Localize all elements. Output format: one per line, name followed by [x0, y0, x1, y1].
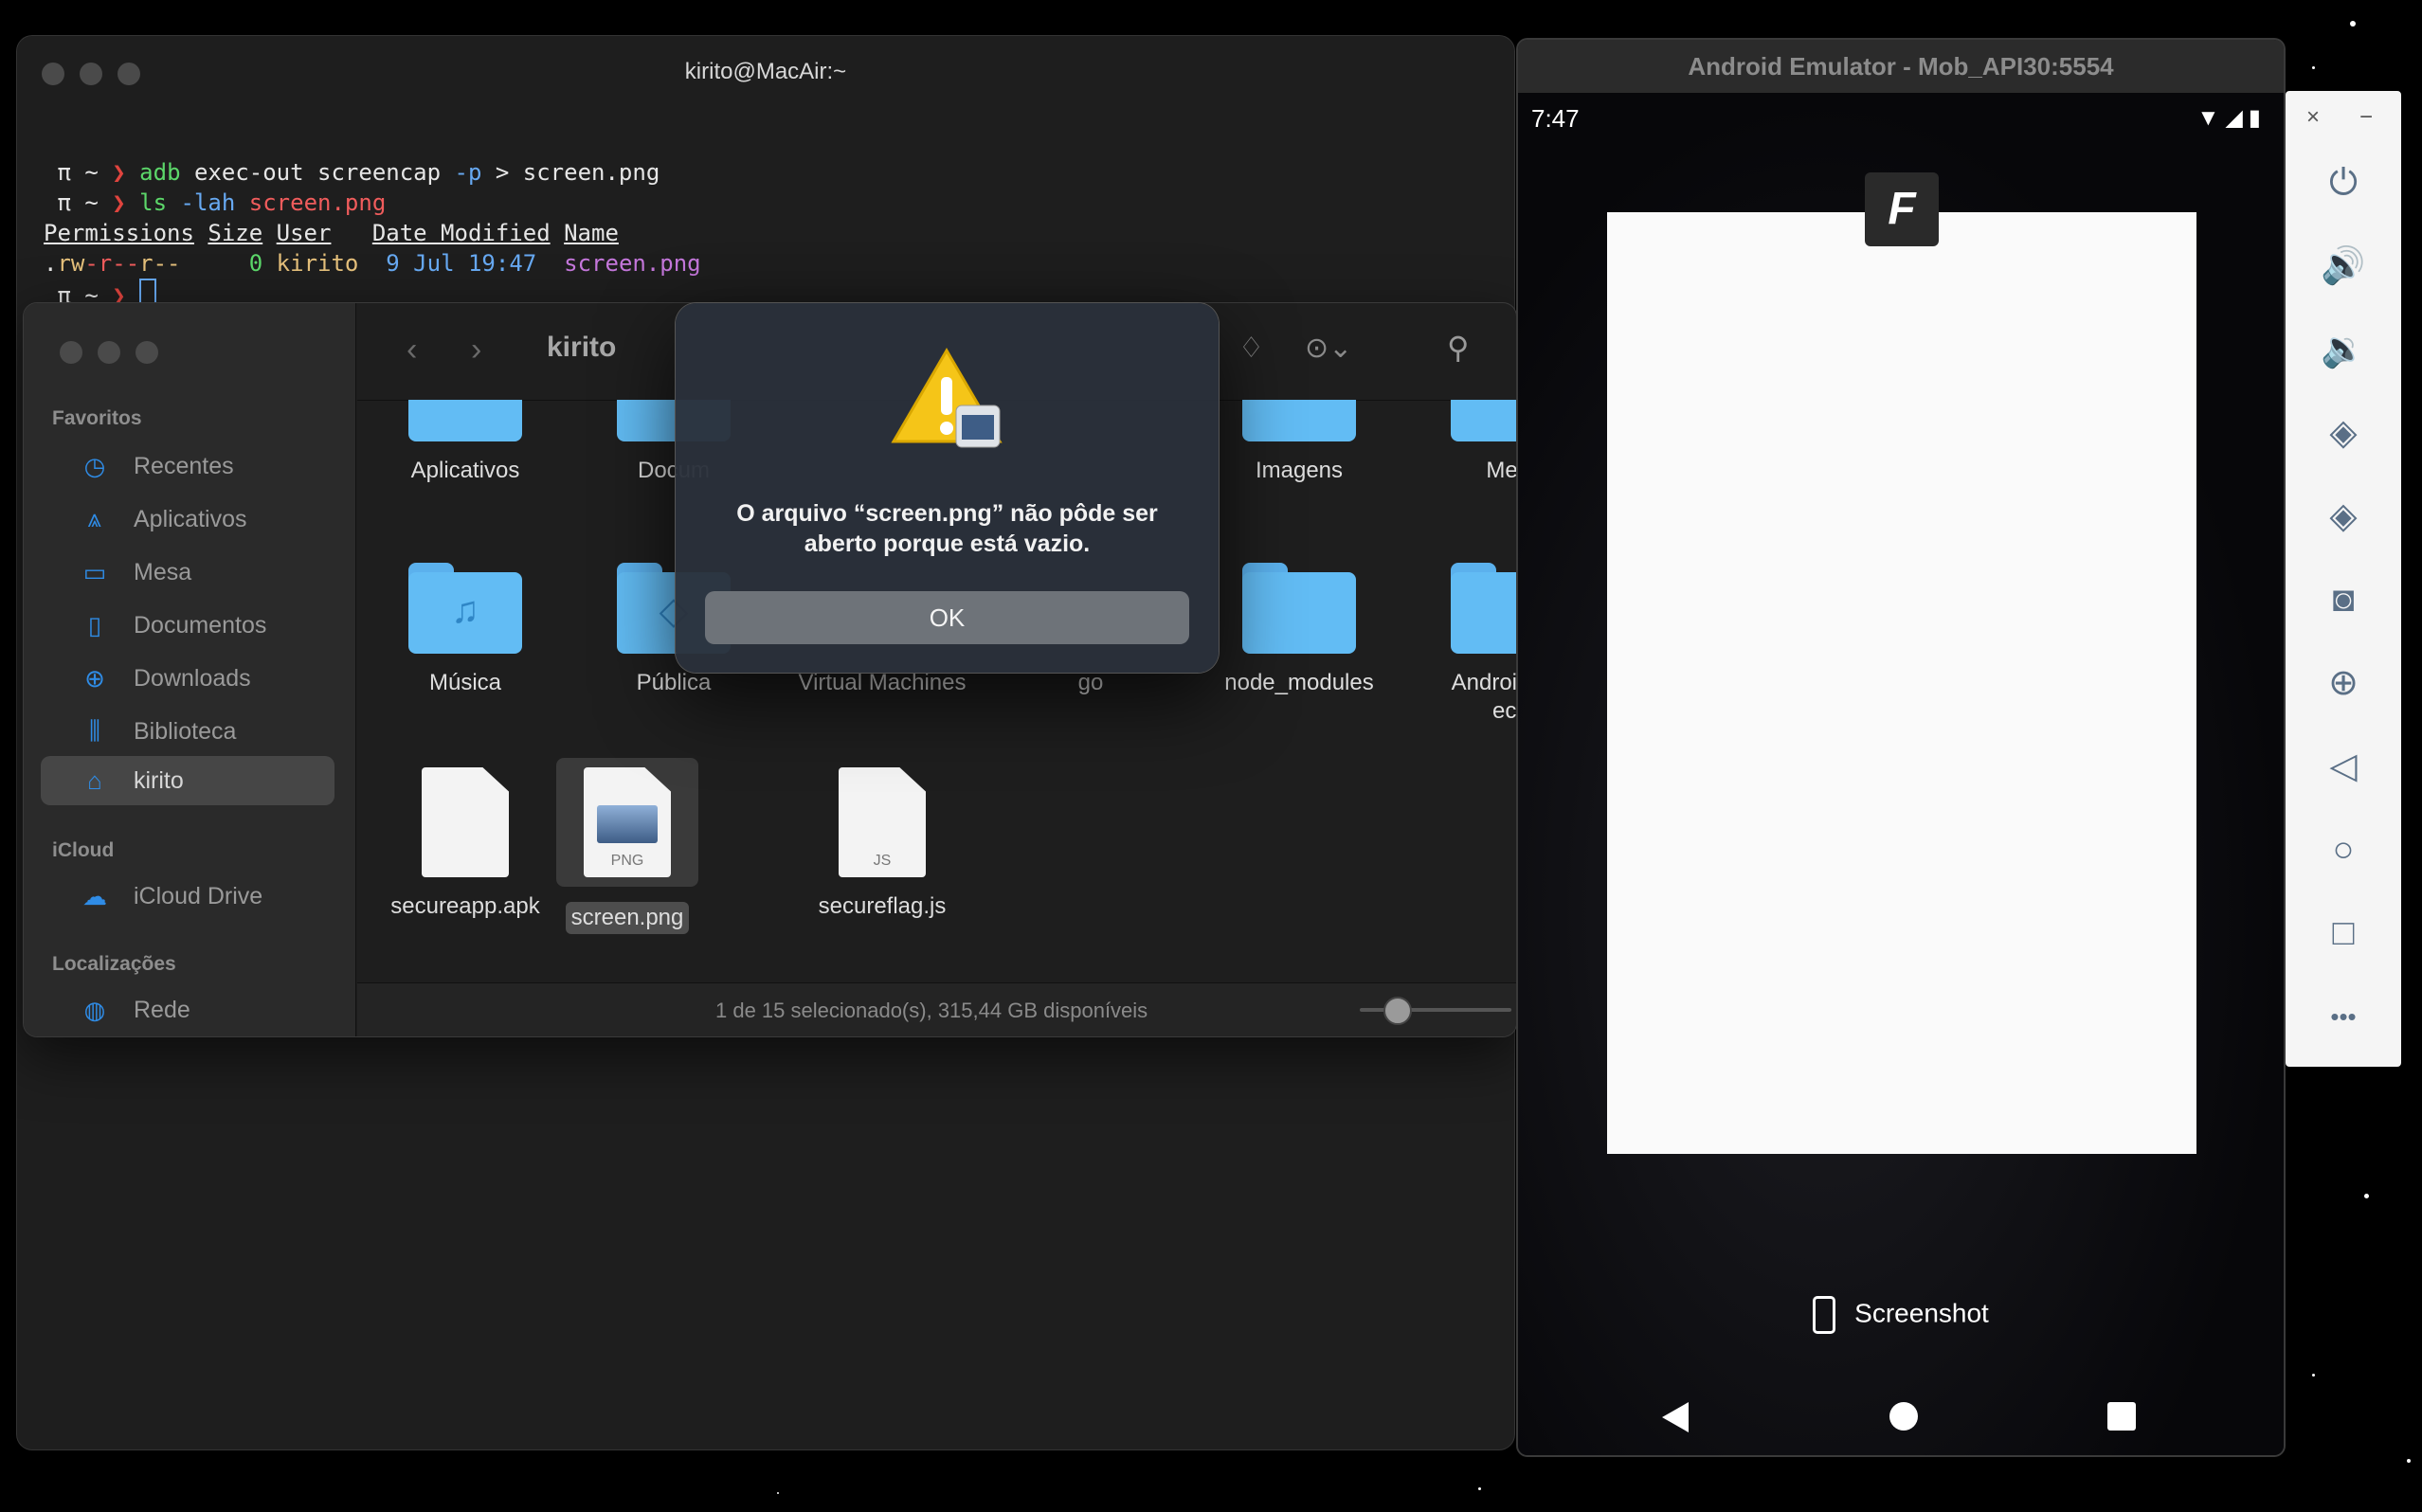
home-icon: ⌂ [87, 765, 102, 795]
library-icon: ⫼ [89, 716, 100, 745]
sidebar-item-downloads[interactable]: ⊕ Downloads [41, 654, 334, 703]
apk-file-icon [422, 767, 509, 877]
sidebar-section-icloud: iCloud [52, 839, 115, 861]
warning-icon [891, 348, 1003, 448]
app-logo-icon: F [1865, 172, 1939, 246]
terminal-title: kirito@MacAir:~ [684, 59, 847, 84]
android-nav-bar [1518, 1389, 2284, 1446]
status-icons: ▼◢▮ [2197, 104, 2267, 132]
desktop-icon: ▭ [82, 557, 107, 586]
wifi-icon: ▼ [2196, 105, 2226, 131]
alert-message: O arquivo “screen.png” não pôde ser aber… [736, 500, 1158, 557]
minimize-icon[interactable]: − [2359, 104, 2373, 131]
battery-icon: ▮ [2248, 105, 2267, 131]
sidebar-item-recentes[interactable]: ◷ Recentes [41, 441, 334, 491]
back-icon[interactable]: ◁ [2314, 737, 2373, 796]
file-item[interactable]: ♫ Música [371, 563, 560, 697]
file-item[interactable]: JS secureflag.js [787, 767, 977, 921]
file-item[interactable]: Imagens [1204, 400, 1394, 485]
sidebar-section-favorites: Favoritos [52, 407, 142, 429]
status-text: 1 de 15 selecionado(s), 315,44 GB dispon… [715, 999, 1148, 1022]
power-icon[interactable]: ⏻ [2314, 153, 2373, 212]
terminal-line: π ~ ❯ adb exec-out screencap -p > screen… [57, 159, 660, 186]
folder-icon [1242, 400, 1356, 441]
sidebar-item-mesa[interactable]: ▭ Mesa [41, 548, 334, 597]
volume-down-icon[interactable]: 🔉 [2314, 320, 2373, 379]
download-icon: ⊕ [84, 663, 105, 693]
close-button[interactable] [60, 341, 82, 364]
rotate-right-icon[interactable]: ◈ [2314, 487, 2373, 546]
volume-up-icon[interactable]: 🔊 [2314, 237, 2373, 296]
icon-size-slider[interactable] [1360, 1008, 1511, 1012]
slider-knob[interactable] [1383, 997, 1412, 1025]
terminal-titlebar[interactable]: kirito@MacAir:~ [17, 36, 1514, 104]
document-icon: ▯ [87, 610, 102, 639]
home-icon[interactable]: ○ [2314, 820, 2373, 879]
folder-icon [1451, 400, 1516, 441]
sidebar-item-icloud-drive[interactable]: ☁ iCloud Drive [41, 872, 334, 921]
camera-icon[interactable]: ◙ [2314, 570, 2373, 629]
file-item[interactable]: Aplicativos [371, 400, 560, 485]
emulator-title: Android Emulator - Mob_API30:5554 [1518, 40, 2284, 93]
forward-button[interactable]: › [471, 332, 481, 369]
nav-home-button[interactable] [1889, 1402, 1918, 1431]
more-icon[interactable]: ••• [2314, 987, 2373, 1046]
file-item[interactable]: secureapp.apk [371, 767, 560, 921]
apps-icon: ⩓ [87, 504, 102, 532]
ls-header-row: Permissions Size User Date Modified Name [44, 220, 619, 246]
file-item[interactable]: AndroidStuect [1413, 563, 1516, 726]
device-screen[interactable]: 7:47 ▼◢▮ F Screenshot [1518, 93, 2284, 1455]
folder-icon [1451, 563, 1516, 654]
png-file-icon: PNG [584, 767, 671, 877]
back-button[interactable]: ‹ [407, 332, 417, 369]
terminal-output[interactable]: π ~ ❯ adb exec-out screencap -p > screen… [44, 157, 701, 311]
ls-file-row: .rw-r--r-- 0 kirito 9 Jul 19:47 screen.p… [44, 250, 701, 277]
finder-statusbar: 1 de 15 selecionado(s), 315,44 GB dispon… [357, 982, 1516, 1036]
more-actions-button[interactable]: ⊙⌄ [1305, 332, 1352, 365]
alert-dialog: O arquivo “screen.png” não pôde ser aber… [676, 303, 1219, 673]
ok-button[interactable]: OK [705, 591, 1189, 644]
folder-icon [1242, 563, 1356, 654]
file-item[interactable]: Mes [1413, 400, 1516, 485]
terminal-line: π ~ ❯ ls -lah screen.png [57, 189, 387, 216]
emulator-side-toolbar: × − ⏻ 🔊 🔉 ◈ ◈ ◙ ⊕ ◁ ○ □ ••• [2286, 91, 2401, 1067]
folder-icon [408, 400, 522, 441]
rotate-left-icon[interactable]: ◈ [2314, 404, 2373, 462]
phone-icon [1813, 1296, 1836, 1334]
file-item-selected[interactable]: PNG screen.png [556, 758, 698, 934]
search-icon[interactable]: ⚲ [1447, 330, 1469, 366]
network-icon: ◍ [83, 995, 106, 1024]
status-time: 7:47 [1531, 104, 1580, 133]
sidebar-item-documentos[interactable]: ▯ Documentos [41, 601, 334, 650]
app-content-area[interactable] [1607, 212, 2196, 1154]
nav-recents-button[interactable] [2107, 1402, 2136, 1431]
zoom-button[interactable] [136, 341, 158, 364]
sidebar-item-aplicativos[interactable]: ⩓ Aplicativos [41, 495, 334, 544]
screenshot-toast[interactable]: Screenshot [1518, 1296, 2284, 1334]
nav-back-button[interactable] [1662, 1402, 1689, 1432]
finder-title: kirito [547, 332, 617, 363]
tag-icon[interactable]: ♢ [1238, 332, 1264, 365]
music-folder-icon: ♫ [408, 563, 522, 654]
zoom-icon[interactable]: ⊕ [2314, 654, 2373, 712]
sidebar-item-rede[interactable]: ◍ Rede [41, 985, 334, 1035]
minimize-button[interactable] [98, 341, 120, 364]
sidebar-item-kirito[interactable]: ⌂ kirito [41, 756, 334, 805]
sidebar-section-locations: Localizações [52, 953, 176, 975]
cloud-icon: ☁ [82, 881, 107, 910]
overview-icon[interactable]: □ [2314, 904, 2373, 963]
close-icon[interactable]: × [2306, 104, 2320, 131]
file-item[interactable]: node_modules [1204, 563, 1394, 697]
js-file-icon: JS [839, 767, 926, 877]
clock-icon: ◷ [83, 451, 106, 480]
finder-sidebar: Favoritos ◷ Recentes ⩓ Aplicativos ▭ Mes… [24, 303, 356, 1036]
android-emulator-window[interactable]: Android Emulator - Mob_API30:5554 7:47 ▼… [1518, 40, 2284, 1455]
signal-icon: ◢ [2225, 105, 2249, 131]
sidebar-item-biblioteca[interactable]: ⫼ Biblioteca [41, 707, 334, 756]
